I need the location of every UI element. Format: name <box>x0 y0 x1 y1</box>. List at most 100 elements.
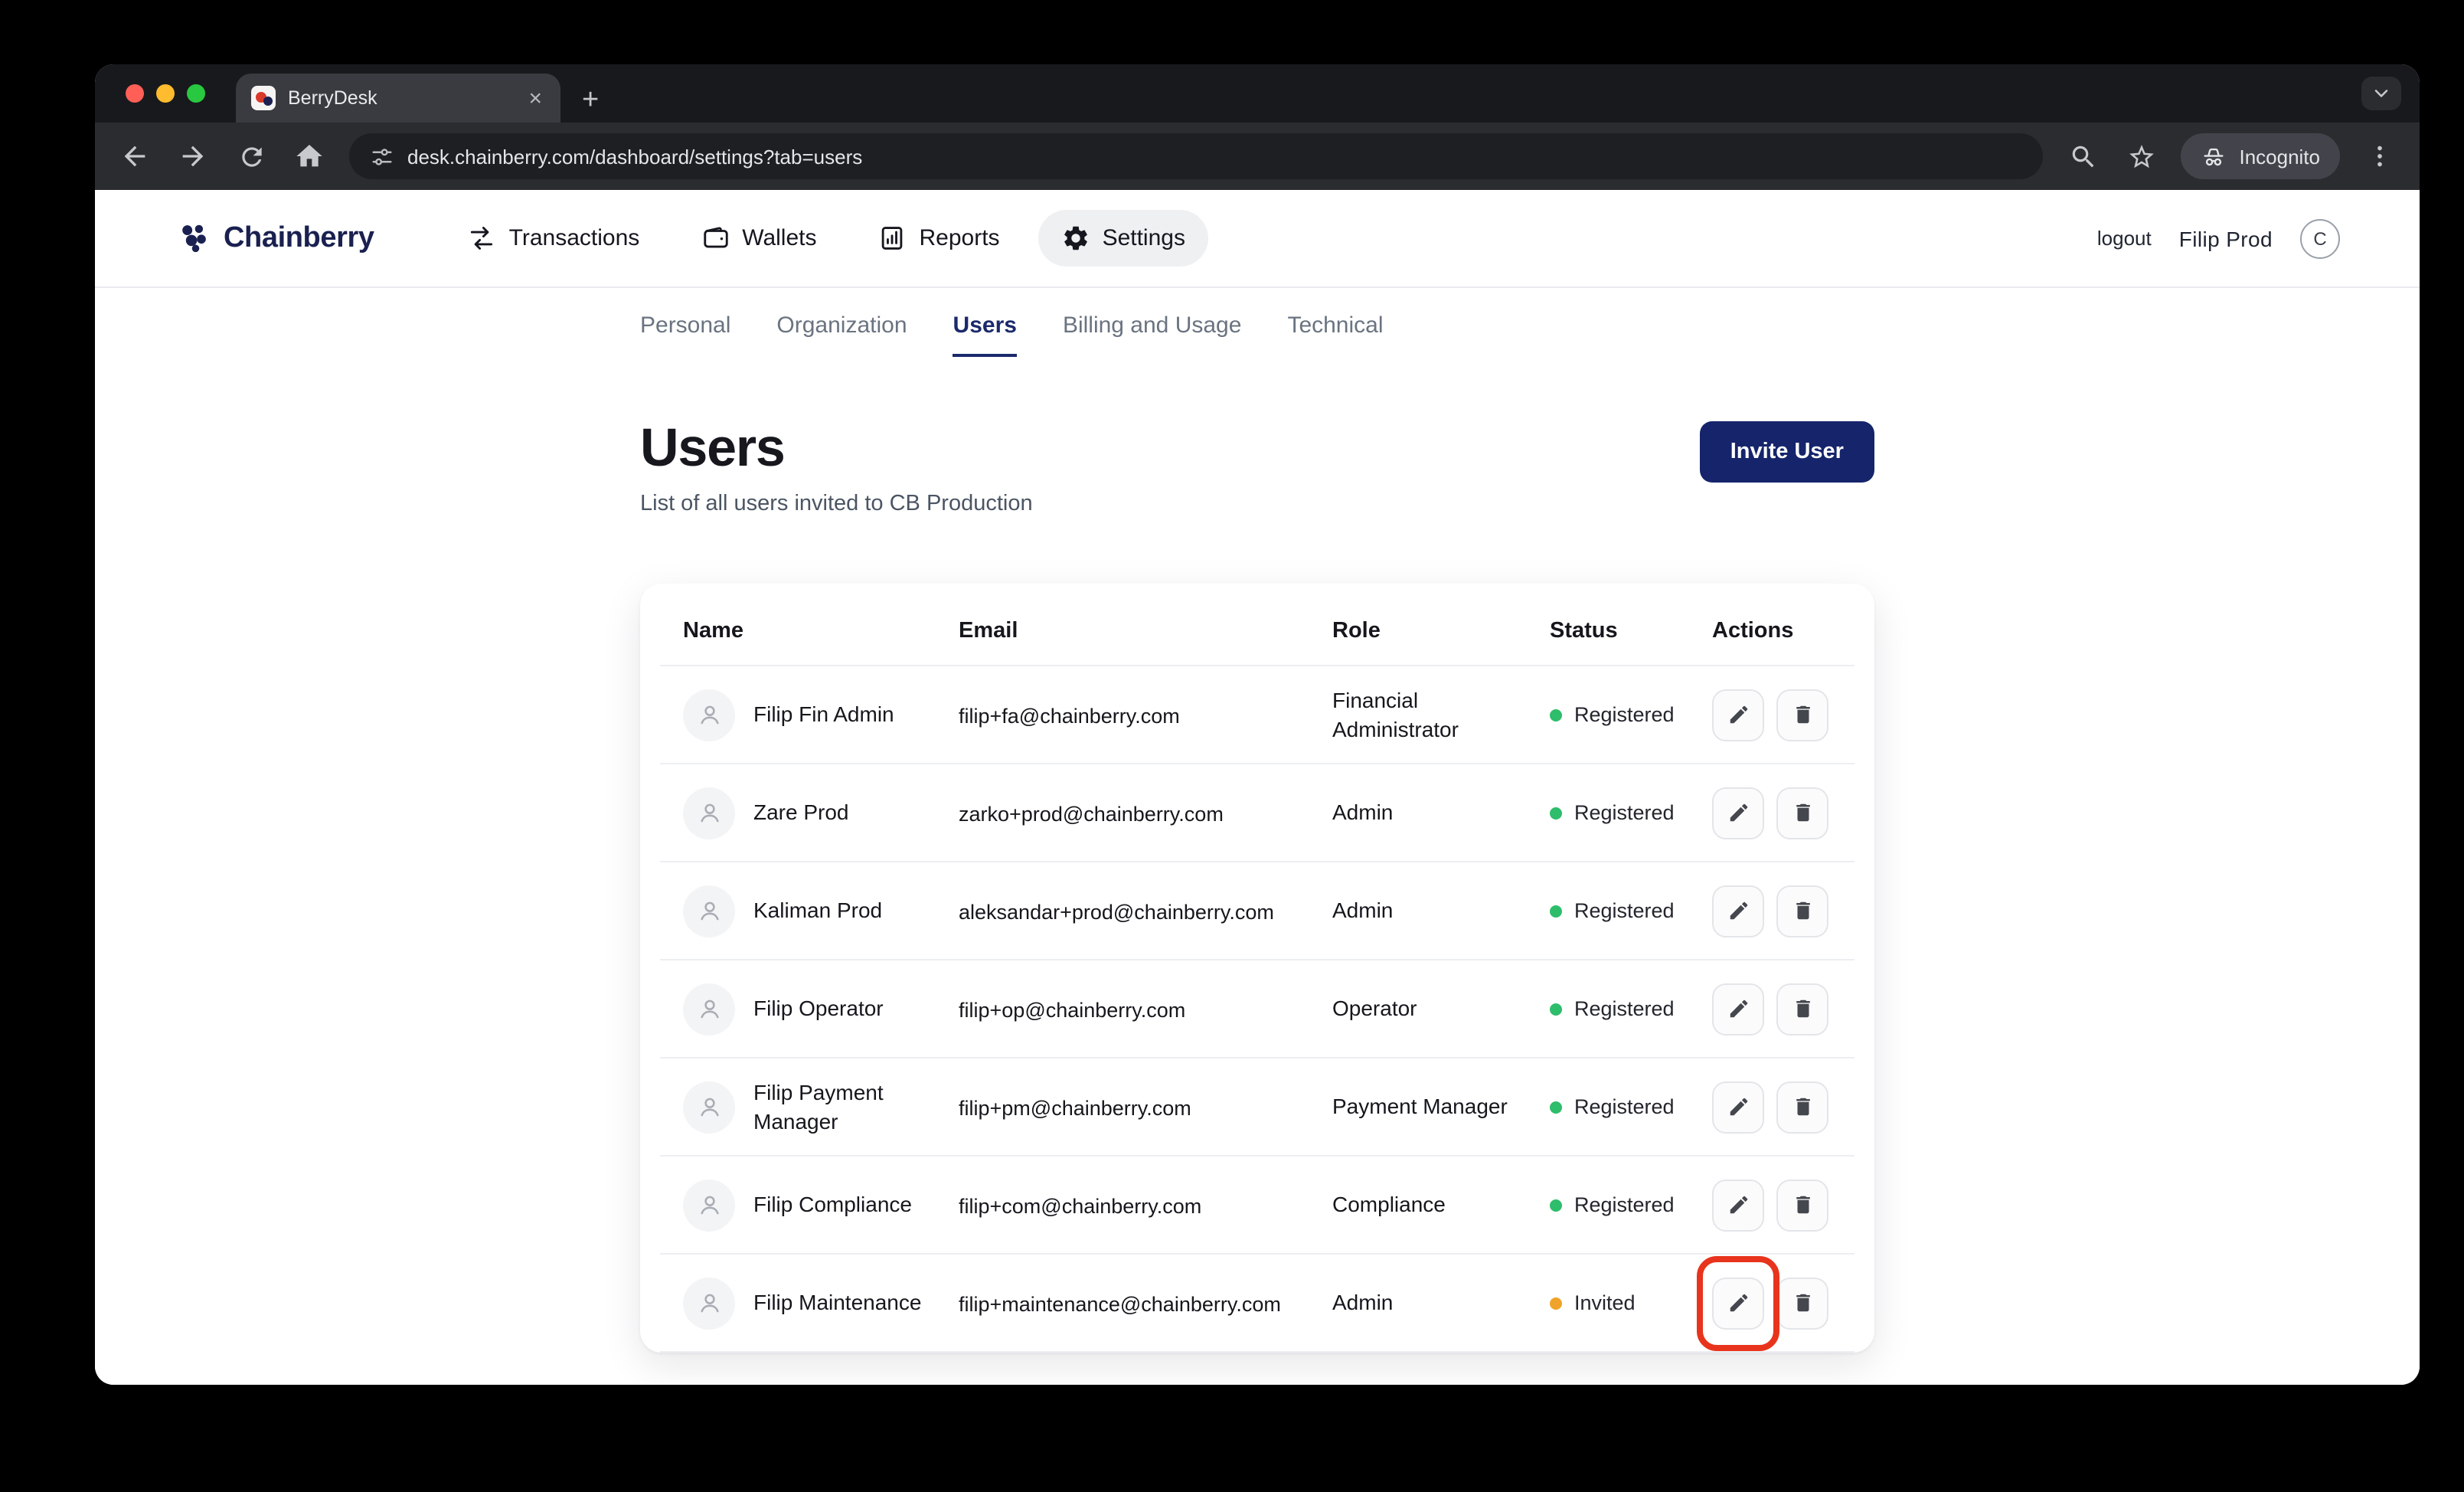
nav-item-settings[interactable]: Settings <box>1038 210 1208 267</box>
status-cell: Invited <box>1550 1291 1712 1314</box>
edit-user-button[interactable] <box>1712 885 1764 937</box>
status-dot <box>1550 1101 1562 1113</box>
reports-icon <box>878 224 907 253</box>
edit-user-button[interactable] <box>1712 983 1764 1035</box>
email-cell: filip+op@chainberry.com <box>959 996 1332 1021</box>
tab-title: BerryDesk <box>288 87 513 109</box>
incognito-badge: Incognito <box>2181 133 2340 179</box>
main-nav: Transactions Wallets Reports <box>445 210 1208 267</box>
new-tab-button[interactable]: + <box>582 86 599 115</box>
tab-users[interactable]: Users <box>953 312 1017 357</box>
nav-item-transactions[interactable]: Transactions <box>445 210 663 267</box>
nav-label: Wallets <box>742 225 816 251</box>
user-email: filip+fa@chainberry.com <box>959 704 1180 727</box>
user-role: Financial Administrator <box>1332 685 1531 744</box>
user-avatar-placeholder-icon <box>683 1081 735 1133</box>
email-cell: filip+pm@chainberry.com <box>959 1094 1332 1119</box>
edit-user-button[interactable] <box>1712 1277 1764 1329</box>
delete-user-button[interactable] <box>1776 787 1828 839</box>
bookmark-star-icon[interactable] <box>2123 138 2159 175</box>
user-name: Filip Operator <box>753 995 884 1022</box>
column-header-email: Email <box>959 618 1332 643</box>
edit-user-button[interactable] <box>1712 1179 1764 1231</box>
desktop-background: BerryDesk × + <box>0 0 2464 1492</box>
window-controls <box>126 64 205 123</box>
status-dot <box>1550 1199 1562 1211</box>
logout-link[interactable]: logout <box>2097 227 2152 250</box>
nav-label: Reports <box>920 225 1000 251</box>
table-row: Filip Payment Manager filip+pm@chainberr… <box>660 1058 1855 1157</box>
chainberry-logo-icon <box>175 219 213 257</box>
table-row: Filip Compliance filip+com@chainberry.co… <box>660 1157 1855 1255</box>
status-dot <box>1550 807 1562 819</box>
column-header-actions: Actions <box>1712 618 1832 643</box>
incognito-icon <box>2201 143 2227 169</box>
close-tab-icon[interactable]: × <box>525 87 545 110</box>
actions-cell <box>1712 787 1832 839</box>
table-header-row: Name Email Role Status Actions <box>660 596 1855 666</box>
table-body: Filip Fin Admin filip+fa@chainberry.com … <box>660 666 1855 1353</box>
app-header: Chainberry Transactions Wallets <box>95 190 2420 288</box>
user-role: Admin <box>1332 1288 1393 1317</box>
incognito-label: Incognito <box>2239 145 2320 168</box>
delete-user-button[interactable] <box>1776 1277 1828 1329</box>
user-role: Admin <box>1332 896 1393 925</box>
delete-user-button[interactable] <box>1776 1081 1828 1133</box>
user-avatar-placeholder-icon <box>683 885 735 937</box>
status-label: Registered <box>1574 1095 1675 1118</box>
user-avatar[interactable]: C <box>2300 218 2340 258</box>
delete-user-button[interactable] <box>1776 885 1828 937</box>
tab-search-chevron-icon[interactable] <box>2361 77 2401 110</box>
browser-menu-icon[interactable] <box>2361 138 2398 175</box>
user-avatar-placeholder-icon <box>683 1277 735 1329</box>
tab-organization[interactable]: Organization <box>776 312 907 357</box>
site-settings-icon[interactable] <box>371 145 394 168</box>
nav-item-reports[interactable]: Reports <box>855 210 1023 267</box>
user-avatar-placeholder-icon <box>683 787 735 839</box>
user-email: filip+op@chainberry.com <box>959 998 1185 1021</box>
zoom-window-button[interactable] <box>187 84 205 103</box>
status-dot <box>1550 1003 1562 1015</box>
email-cell: zarko+prod@chainberry.com <box>959 800 1332 825</box>
name-cell: Filip Maintenance <box>683 1277 959 1329</box>
actions-cell <box>1712 885 1832 937</box>
role-cell: Admin <box>1332 1288 1550 1317</box>
tab-billing-and-usage[interactable]: Billing and Usage <box>1063 312 1242 357</box>
nav-item-wallets[interactable]: Wallets <box>678 210 839 267</box>
user-role: Payment Manager <box>1332 1092 1508 1121</box>
role-cell: Payment Manager <box>1332 1092 1550 1121</box>
back-icon[interactable] <box>116 138 153 175</box>
delete-user-button[interactable] <box>1776 983 1828 1035</box>
delete-user-button[interactable] <box>1776 689 1828 741</box>
reload-icon[interactable] <box>233 138 270 175</box>
role-cell: Compliance <box>1332 1190 1550 1219</box>
edit-user-button[interactable] <box>1712 689 1764 741</box>
name-cell: Kaliman Prod <box>683 885 959 937</box>
brand[interactable]: Chainberry <box>175 219 374 257</box>
app-page: Chainberry Transactions Wallets <box>95 190 2420 1385</box>
zoom-icon[interactable] <box>2064 138 2101 175</box>
home-icon[interactable] <box>291 138 328 175</box>
browser-window: BerryDesk × + <box>95 64 2420 1385</box>
actions-cell <box>1712 1277 1832 1329</box>
edit-user-button[interactable] <box>1712 787 1764 839</box>
user-name: Kaliman Prod <box>753 897 882 924</box>
role-cell: Admin <box>1332 896 1550 925</box>
close-window-button[interactable] <box>126 84 144 103</box>
role-cell: Admin <box>1332 798 1550 827</box>
invite-user-button[interactable]: Invite User <box>1700 421 1874 483</box>
user-role: Compliance <box>1332 1190 1446 1219</box>
edit-user-button[interactable] <box>1712 1081 1764 1133</box>
minimize-window-button[interactable] <box>156 84 175 103</box>
browser-tab[interactable]: BerryDesk × <box>236 74 560 123</box>
tab-personal[interactable]: Personal <box>640 312 730 357</box>
status-label: Registered <box>1574 899 1675 922</box>
forward-icon[interactable] <box>175 138 211 175</box>
status-label: Registered <box>1574 801 1675 824</box>
users-table-card: Name Email Role Status Actions Filip Fin… <box>640 584 1874 1353</box>
user-name: Filip Payment Manager <box>753 1079 925 1135</box>
tab-technical[interactable]: Technical <box>1287 312 1383 357</box>
nav-label: Settings <box>1103 225 1185 251</box>
url-bar[interactable]: desk.chainberry.com/dashboard/settings?t… <box>349 133 2043 179</box>
delete-user-button[interactable] <box>1776 1179 1828 1231</box>
